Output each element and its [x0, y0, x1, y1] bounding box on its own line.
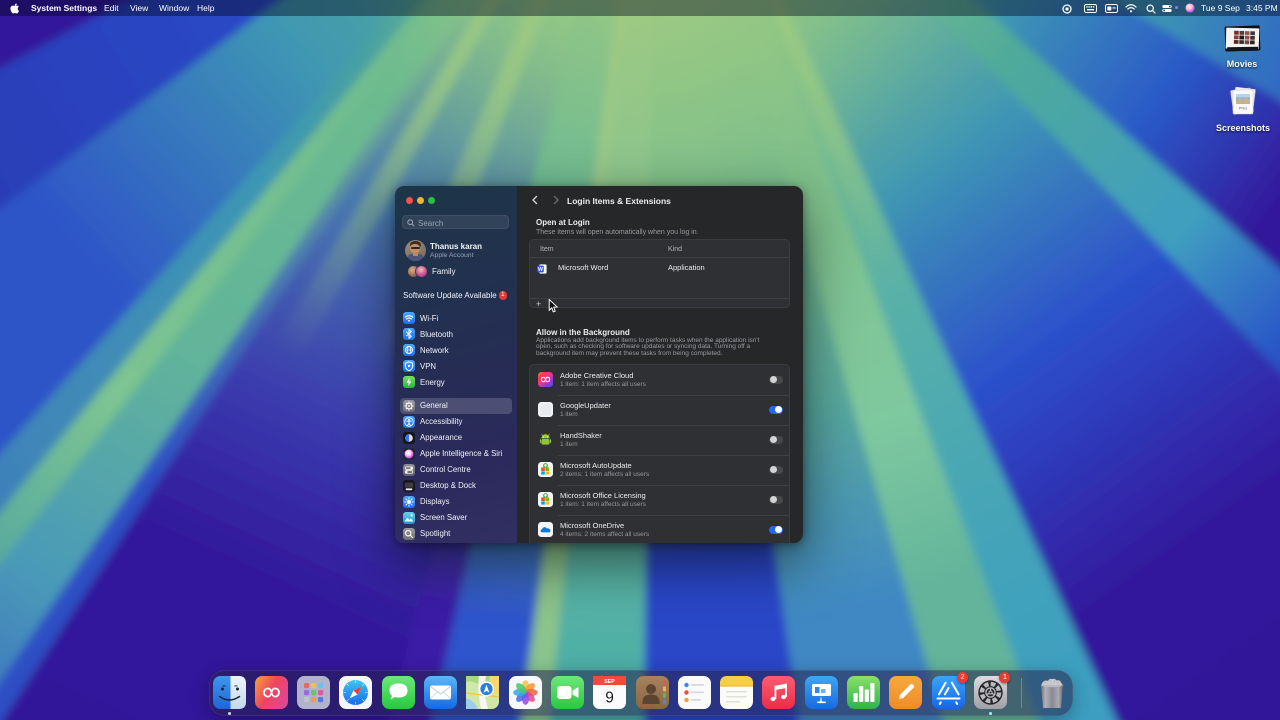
svg-text:9: 9	[605, 690, 614, 707]
svg-text:SEP: SEP	[604, 679, 615, 685]
svg-text:PNG: PNG	[1239, 106, 1248, 111]
svg-text:W: W	[538, 267, 543, 273]
